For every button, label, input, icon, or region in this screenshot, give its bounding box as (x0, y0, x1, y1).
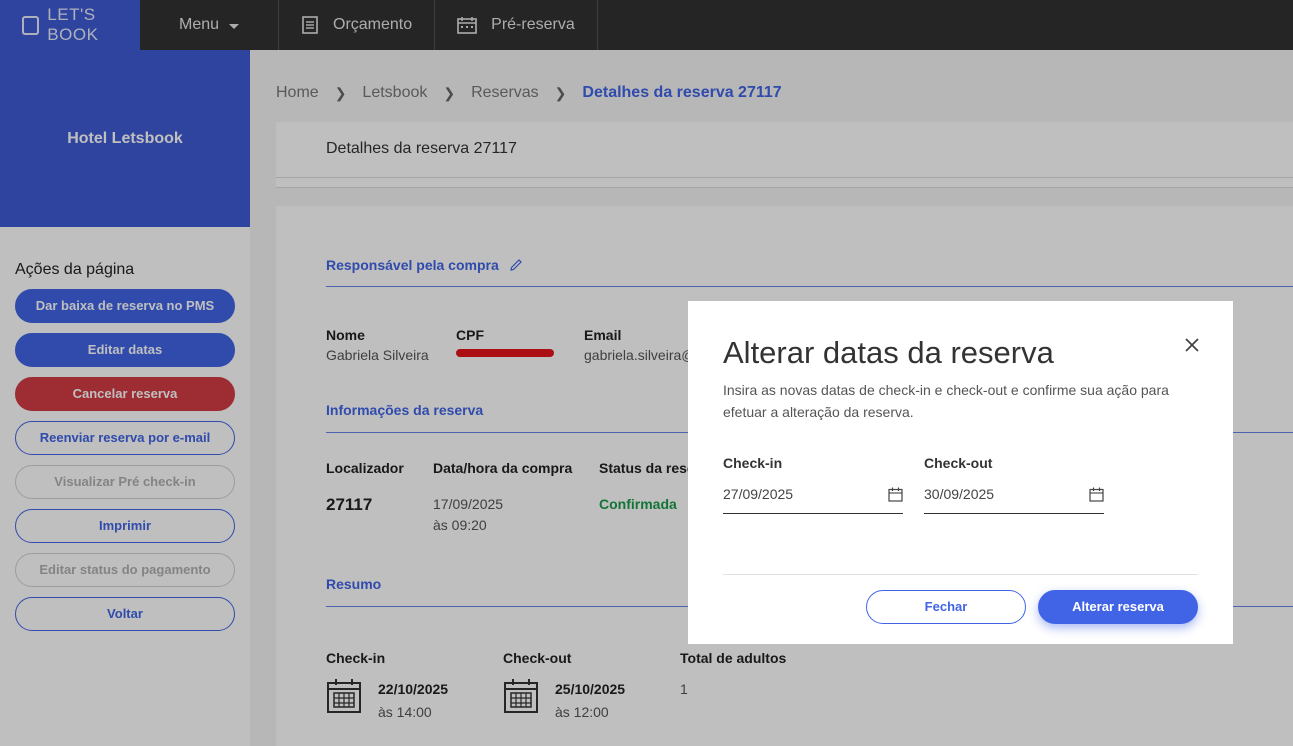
calendar-icon[interactable] (1089, 487, 1104, 502)
checkout-date-value: 30/09/2025 (924, 486, 995, 502)
modal-title: Alterar datas da reserva (723, 335, 1054, 370)
checkin-date-input[interactable]: 27/09/2025 (723, 483, 903, 514)
checkin-date-value: 27/09/2025 (723, 486, 794, 502)
confirm-change-button[interactable]: Alterar reserva (1038, 590, 1198, 624)
calendar-icon[interactable] (888, 487, 903, 502)
modal-description: Insira as novas datas de check-in e chec… (723, 382, 1169, 420)
checkout-field-label: Check-out (924, 455, 993, 471)
close-icon[interactable] (1183, 336, 1201, 354)
close-button[interactable]: Fechar (866, 590, 1026, 624)
checkout-date-input[interactable]: 30/09/2025 (924, 483, 1104, 514)
modal-divider (723, 574, 1198, 575)
change-dates-modal: Alterar datas da reserva Insira as novas… (688, 301, 1233, 644)
checkin-field-label: Check-in (723, 455, 783, 471)
